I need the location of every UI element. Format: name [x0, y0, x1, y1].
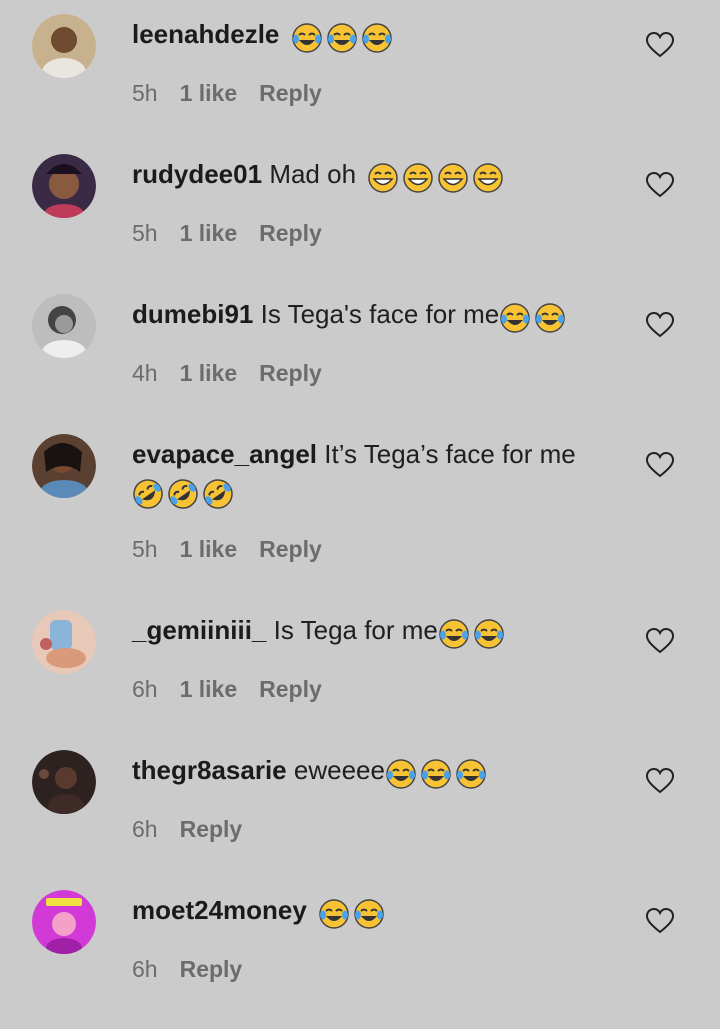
comment-meta: 6h Reply — [132, 954, 264, 984]
heart-icon[interactable] — [645, 767, 675, 794]
comment-time: 6h — [132, 816, 158, 842]
reply-button[interactable]: Reply — [259, 80, 322, 106]
comment-text-line: dumebi91 Is Tega's face for me — [132, 296, 622, 334]
grin-emoji — [472, 162, 504, 194]
laugh-tears-emoji — [499, 302, 531, 334]
comment-time: 6h — [132, 956, 158, 982]
comment-username[interactable]: thegr8asarie — [132, 755, 287, 785]
heart-icon[interactable] — [645, 31, 675, 58]
comment-text: eweeee — [293, 755, 385, 785]
likes-count[interactable]: 1 like — [180, 220, 238, 246]
laugh-tears-emoji — [353, 898, 385, 930]
comment-text-line: evapace_angel It’s Tega’s face for me — [132, 436, 622, 472]
reply-button[interactable]: Reply — [259, 536, 322, 562]
avatar[interactable] — [32, 434, 96, 498]
comment-meta: 6h Reply — [132, 814, 264, 844]
comment-meta: 6h 1 like Reply — [132, 674, 344, 704]
comment-username[interactable]: leenahdezle — [132, 19, 279, 49]
heart-icon[interactable] — [645, 907, 675, 934]
emoji-group — [291, 18, 396, 54]
comment-text-line: leenahdezle — [132, 16, 622, 54]
avatar[interactable] — [32, 294, 96, 358]
comment-time: 4h — [132, 360, 158, 386]
comment-username[interactable]: rudydee01 — [132, 159, 262, 189]
emoji-group — [132, 474, 237, 510]
heart-icon[interactable] — [645, 451, 675, 478]
comment-text-line-2 — [132, 472, 622, 510]
emoji-group — [318, 894, 388, 930]
likes-count[interactable]: 1 like — [180, 80, 238, 106]
comment-time: 5h — [132, 536, 158, 562]
avatar[interactable] — [32, 154, 96, 218]
laugh-tears-emoji — [291, 22, 323, 54]
emoji-group — [438, 614, 508, 650]
comment-text: It’s Tega’s face for me — [324, 439, 576, 469]
comment-meta: 5h 1 like Reply — [132, 534, 344, 564]
laugh-tears-emoji — [438, 618, 470, 650]
laugh-tears-emoji — [361, 22, 393, 54]
laugh-tears-emoji — [473, 618, 505, 650]
laugh-tears-emoji — [385, 758, 417, 790]
likes-count[interactable]: 1 like — [180, 676, 238, 702]
avatar[interactable] — [32, 890, 96, 954]
comment-username[interactable]: dumebi91 — [132, 299, 253, 329]
comment-text-line: _gemiiniii_ Is Tega for me — [132, 612, 622, 650]
comment-text: Is Tega for me — [273, 615, 438, 645]
laugh-tears-emoji — [326, 22, 358, 54]
avatar[interactable] — [32, 610, 96, 674]
comment-time: 5h — [132, 220, 158, 246]
comment-meta: 5h 1 like Reply — [132, 218, 344, 248]
grin-emoji — [367, 162, 399, 194]
comment-time: 5h — [132, 80, 158, 106]
comment-text: Mad oh — [269, 159, 357, 189]
emoji-group — [385, 754, 490, 790]
comment-meta: 4h 1 like Reply — [132, 358, 344, 388]
reply-button[interactable]: Reply — [259, 220, 322, 246]
laugh-tears-emoji — [455, 758, 487, 790]
rofl-emoji — [132, 478, 164, 510]
rofl-emoji — [202, 478, 234, 510]
likes-count[interactable]: 1 like — [180, 360, 238, 386]
laugh-tears-emoji — [318, 898, 350, 930]
comment-time: 6h — [132, 676, 158, 702]
comment-text-line: moet24money — [132, 892, 622, 930]
comment-text-line: rudydee01 Mad oh — [132, 156, 622, 194]
heart-icon[interactable] — [645, 311, 675, 338]
likes-count[interactable]: 1 like — [180, 536, 238, 562]
laugh-tears-emoji — [534, 302, 566, 334]
comment-text-line: thegr8asarie eweeee — [132, 752, 622, 790]
comment-meta: 5h 1 like Reply — [132, 78, 344, 108]
reply-button[interactable]: Reply — [180, 956, 243, 982]
emoji-group — [367, 158, 507, 194]
avatar[interactable] — [32, 14, 96, 78]
comment-text: Is Tega's face for me — [260, 299, 500, 329]
rofl-emoji — [167, 478, 199, 510]
heart-icon[interactable] — [645, 171, 675, 198]
comment-username[interactable]: _gemiiniii_ — [132, 615, 266, 645]
reply-button[interactable]: Reply — [259, 676, 322, 702]
laugh-tears-emoji — [420, 758, 452, 790]
grin-emoji — [437, 162, 469, 194]
heart-icon[interactable] — [645, 627, 675, 654]
avatar[interactable] — [32, 750, 96, 814]
comment-username[interactable]: evapace_angel — [132, 439, 317, 469]
comment-username[interactable]: moet24money — [132, 895, 307, 925]
grin-emoji — [402, 162, 434, 194]
reply-button[interactable]: Reply — [180, 816, 243, 842]
emoji-group — [499, 298, 569, 334]
reply-button[interactable]: Reply — [259, 360, 322, 386]
